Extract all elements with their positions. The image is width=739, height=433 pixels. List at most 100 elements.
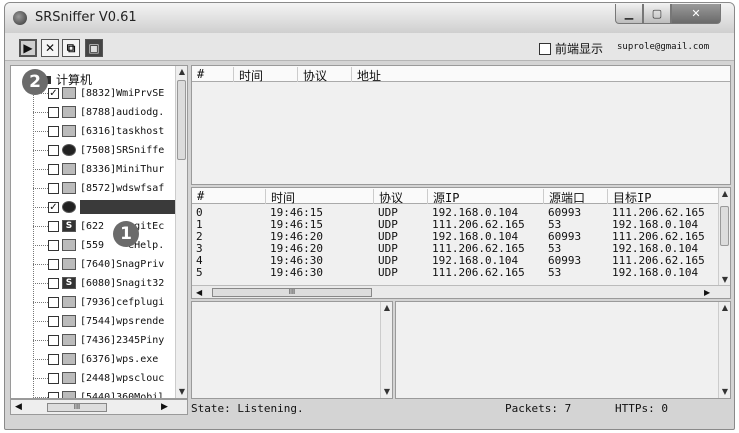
minimize-button[interactable]: ▁ bbox=[615, 4, 643, 24]
scroll-right-icon[interactable]: ▶ bbox=[161, 402, 168, 412]
connection-grid[interactable]: # 时间 协议 地址 bbox=[191, 65, 731, 185]
tree-connector bbox=[33, 377, 48, 379]
process-checkbox[interactable] bbox=[48, 315, 59, 327]
packet-row[interactable]: 1 19:46:15 UDP 111.206.62.165 53 192.168.0.10… bbox=[192, 218, 720, 231]
col-header[interactable]: 协议 bbox=[374, 189, 428, 205]
process-checkbox[interactable] bbox=[48, 182, 59, 194]
process-item[interactable]: [7508]SRSniffe bbox=[33, 140, 164, 160]
process-item[interactable]: [7640]SnagPriv bbox=[33, 254, 164, 274]
process-checkbox[interactable] bbox=[48, 353, 59, 365]
scroll-left-icon[interactable]: ◀ bbox=[15, 402, 22, 412]
packet-row[interactable]: 3 19:46:20 UDP 111.206.62.165 53 192.168.0.10… bbox=[192, 242, 720, 255]
scroll-down-icon[interactable]: ▼ bbox=[719, 386, 731, 398]
cloud-icon bbox=[62, 372, 76, 384]
tree-vertical-scrollbar[interactable]: ▲ ▼ bbox=[175, 66, 187, 398]
process-item[interactable]: [7544]wpsrende bbox=[33, 311, 164, 331]
process-label: [8572]wdswfsaf bbox=[80, 182, 165, 194]
packet-grid[interactable]: # 时间 协议 源IP 源端口 目标IP ▲ ▼ ◀ III ▶ 0 19:46:… bbox=[191, 187, 731, 299]
callout-badge-2: 2 bbox=[22, 69, 48, 95]
col-header[interactable]: 地址 bbox=[352, 67, 730, 83]
process-item[interactable]: ✓ [8832]WmiPrvSE bbox=[33, 83, 164, 103]
stop-capture-button[interactable]: ✕ bbox=[41, 39, 59, 57]
connection-grid-header: # 时间 协议 地址 bbox=[192, 66, 730, 83]
process-item[interactable]: [7436]2345Piny bbox=[33, 330, 164, 350]
scroll-up-icon[interactable]: ▲ bbox=[176, 66, 187, 78]
clear-button[interactable]: ⧉ bbox=[62, 39, 80, 57]
col-header[interactable]: 目标IP bbox=[608, 189, 720, 205]
process-item[interactable]: [6376]wps.exe bbox=[33, 349, 158, 369]
app-icon bbox=[13, 11, 27, 25]
app-icon bbox=[62, 391, 76, 398]
process-item[interactable]: S [6080]Snagit32 bbox=[33, 273, 164, 293]
col-header[interactable]: 协议 bbox=[298, 67, 352, 83]
scroll-up-icon[interactable]: ▲ bbox=[381, 302, 393, 314]
window-icon bbox=[62, 163, 76, 175]
request-pane-scrollbar[interactable]: ▲ ▼ bbox=[380, 302, 392, 398]
scroll-down-icon[interactable]: ▼ bbox=[176, 386, 187, 398]
packet-horizontal-scrollbar[interactable]: ◀ III ▶ bbox=[192, 285, 730, 298]
scroll-up-icon[interactable]: ▲ bbox=[719, 188, 730, 200]
snapshot-button[interactable]: ▣ bbox=[85, 39, 103, 57]
process-item[interactable]: [559 eHelp. bbox=[33, 235, 164, 255]
process-checkbox[interactable] bbox=[48, 372, 59, 384]
process-item[interactable]: ✓ bbox=[33, 197, 175, 217]
browser-icon bbox=[62, 201, 76, 213]
topmost-toggle[interactable]: 前端显示 bbox=[539, 40, 603, 57]
process-item[interactable]: S [622 agitEc bbox=[33, 216, 164, 236]
col-header[interactable]: # bbox=[192, 189, 266, 204]
close-button[interactable]: ✕ bbox=[671, 4, 721, 24]
scroll-left-icon[interactable]: ◀ bbox=[196, 288, 202, 297]
scroll-right-icon[interactable]: ▶ bbox=[704, 288, 710, 297]
window-icon bbox=[62, 239, 76, 251]
process-item[interactable]: [6316]taskhost bbox=[33, 121, 164, 141]
process-item[interactable]: [8336]MiniThur bbox=[33, 159, 164, 179]
process-item[interactable]: [8788]audiodg. bbox=[33, 102, 164, 122]
process-item[interactable]: [7936]cefplugi bbox=[33, 292, 164, 312]
topmost-checkbox[interactable] bbox=[539, 42, 551, 55]
maximize-button[interactable]: ▢ bbox=[643, 4, 671, 24]
response-pane-scrollbar[interactable]: ▲ ▼ bbox=[718, 302, 730, 398]
packet-grid-header: # 时间 协议 源IP 源端口 目标IP bbox=[192, 188, 720, 205]
scroll-thumb[interactable]: III bbox=[47, 403, 107, 412]
process-checkbox[interactable] bbox=[48, 106, 59, 118]
process-item[interactable]: [8572]wdswfsaf bbox=[33, 178, 164, 198]
process-checkbox[interactable] bbox=[48, 163, 59, 175]
process-checkbox[interactable]: ✓ bbox=[48, 87, 59, 99]
packet-row[interactable]: 2 19:46:20 UDP 192.168.0.104 60993 111.206.62… bbox=[192, 230, 720, 243]
process-checkbox[interactable] bbox=[48, 220, 59, 232]
col-header[interactable]: 时间 bbox=[234, 67, 298, 83]
process-label: [7436]2345Piny bbox=[80, 334, 165, 346]
response-pane[interactable]: ▲ ▼ bbox=[395, 301, 731, 399]
process-tree[interactable]: 计算机 ✓ [8832]WmiPrvSE [8788]audiodg. [6316]t… bbox=[11, 66, 176, 398]
col-header[interactable]: 时间 bbox=[266, 189, 374, 205]
process-checkbox[interactable] bbox=[48, 277, 59, 289]
process-checkbox[interactable] bbox=[48, 258, 59, 270]
process-item[interactable]: [5440]360Mobil bbox=[33, 387, 164, 398]
process-checkbox[interactable] bbox=[48, 391, 59, 398]
request-pane[interactable]: ▲ ▼ bbox=[191, 301, 393, 399]
col-header[interactable]: 源端口 bbox=[544, 189, 608, 205]
tree-horizontal-scrollbar[interactable]: ◀ III ▶ bbox=[10, 399, 188, 415]
process-checkbox[interactable]: ✓ bbox=[48, 201, 59, 213]
start-capture-button[interactable]: ▶ bbox=[19, 39, 37, 57]
process-label: [7508]SRSniffe bbox=[80, 144, 165, 156]
col-header[interactable]: 源IP bbox=[428, 189, 544, 205]
process-checkbox[interactable] bbox=[48, 296, 59, 308]
scroll-thumb[interactable] bbox=[720, 206, 729, 246]
process-checkbox[interactable] bbox=[48, 125, 59, 137]
packet-row[interactable]: 5 19:46:30 UDP 111.206.62.165 53 192.168.0.10… bbox=[192, 266, 720, 279]
process-checkbox[interactable] bbox=[48, 239, 59, 251]
process-checkbox[interactable] bbox=[48, 144, 59, 156]
scroll-thumb[interactable] bbox=[177, 80, 186, 160]
snagit-icon: S bbox=[62, 220, 76, 232]
scroll-up-icon[interactable]: ▲ bbox=[719, 302, 731, 314]
title-bar[interactable]: SRSniffer V0.61 ▁ ▢ ✕ bbox=[5, 3, 734, 33]
scroll-thumb[interactable]: III bbox=[212, 288, 372, 297]
packet-row[interactable]: 0 19:46:15 UDP 192.168.0.104 60993 111.206.62… bbox=[192, 206, 720, 219]
packet-row[interactable]: 4 19:46:30 UDP 192.168.0.104 60993 111.206.62… bbox=[192, 254, 720, 267]
packet-cell-time: 19:46:30 bbox=[270, 266, 323, 279]
col-header[interactable]: # bbox=[192, 67, 234, 82]
process-checkbox[interactable] bbox=[48, 334, 59, 346]
scroll-down-icon[interactable]: ▼ bbox=[381, 386, 393, 398]
process-item[interactable]: [2448]wpsclouc bbox=[33, 368, 164, 388]
